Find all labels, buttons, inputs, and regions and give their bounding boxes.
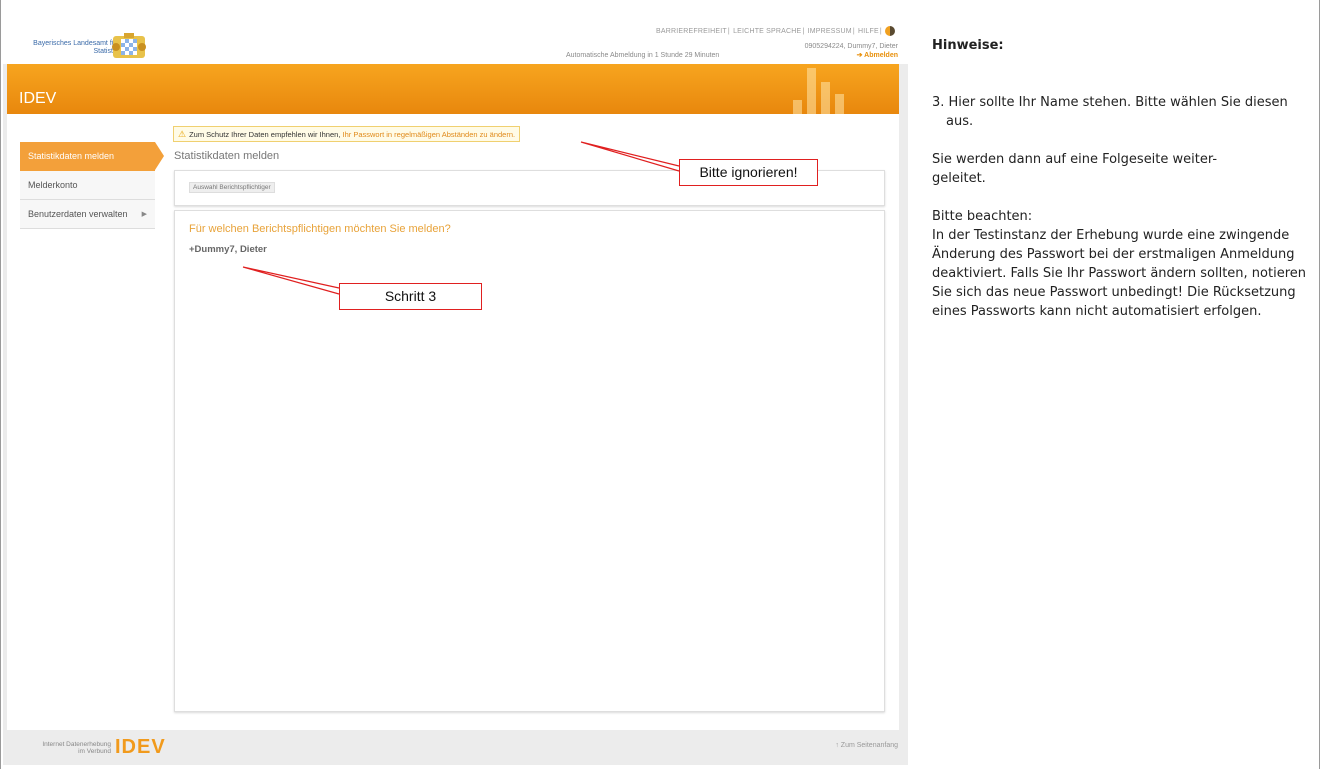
link-barrierefreiheit[interactable]: BARRIEREFREIHEIT [656,28,727,35]
page-frame-left [0,0,1,769]
link-impressum[interactable]: IMPRESSUM [808,28,852,35]
user-id: 0905294224, Dummy7, Dieter [804,43,898,50]
auto-logout-timer: Automatische Abmeldung in 1 Stunde 29 Mi… [566,52,720,59]
notes-attention-line: Änderung des Passwort bei der erstmalige… [932,247,1295,262]
reporter-selection-panel: Für welchen Berichtspflichtigen möchten … [174,210,885,712]
sidebar-item-melderkonto[interactable]: Melderkonto [20,171,155,200]
sidebar-item-statistikdaten-melden[interactable]: Statistikdaten melden [20,142,164,171]
chevron-right-icon: ▶ [141,211,147,218]
warning-icon: ⚠ [178,129,187,139]
notes-attention-title: Bitte beachten: [932,209,1033,224]
sidebar-item-benutzerdaten-verwalten[interactable]: Benutzerdaten verwalten ▶ [20,200,155,229]
idev-logo: IDEV [115,736,166,758]
instructions-panel: Hinweise: 3. Hier sollte Ihr Name stehen… [932,36,1314,321]
footer-line1: Internet Datenerhebung [42,741,111,748]
notes-step3-line2: aus. [946,114,974,129]
user-info: 0905294224, Dummy7, Dieter ➔ Abmelden [805,42,898,60]
password-warning: ⚠ Zum Schutz Ihrer Daten empfehlen wir Ih… [173,126,521,142]
notes-attention-line: Sie sich das neue Passwort unbedingt! Di… [932,285,1296,300]
content-area: Statistikdaten melden Melderkonto Benutz… [7,114,899,730]
back-to-top-link[interactable]: ↑ Zum Seitenanfang [835,742,898,749]
bar-chart-decoration-icon [793,68,844,114]
notes-redirect-line2: geleitet. [932,171,986,186]
org-name: Bayerisches Landesamt für Statistik [6,40,118,56]
callout-ignore: Bitte ignorieren! [679,159,818,186]
notes-attention-line: deaktiviert. Falls Sie Ihr Passwort ände… [932,266,1307,281]
footer: Internet Datenerhebung im Verbund IDEV ↑… [3,732,908,765]
app-title: IDEV [19,90,57,107]
utility-links: BARRIEREFREIHEIT| LEICHTE SPRACHE| IMPRE… [655,26,896,36]
sidebar-item-label: Statistikdaten melden [28,151,115,161]
reporter-item-dummy7[interactable]: +Dummy7, Dieter [189,244,267,255]
notes-attention-line: In der Testinstanz der Erhebung wurde ei… [932,228,1290,243]
reporter-question: Für welchen Berichtspflichtigen möchten … [189,223,451,235]
page-frame-right [1319,0,1320,769]
app-banner: IDEV [7,64,899,114]
org-name-line1: Bayerisches Landesamt für [33,40,118,47]
warning-text: Zum Schutz Ihrer Daten empfehlen wir Ihn… [189,130,341,139]
notes-attention-line: eines Passworts kann nicht automatisiert… [932,304,1262,319]
change-password-link[interactable]: Ihr Passwort in regelmäßigen Abständen z… [343,130,516,139]
notes-step3-line1: 3. Hier sollte Ihr Name stehen. Bitte wä… [932,95,1288,110]
contrast-toggle-icon[interactable] [885,26,895,36]
notes-title: Hinweise: [932,38,1004,53]
sidebar-item-label: Melderkonto [28,180,78,190]
screenshot-panel: Bayerisches Landesamt für Statistik BARR… [3,20,908,765]
link-leichte-sprache[interactable]: LEICHTE SPRACHE [733,28,801,35]
footer-tagline: Internet Datenerhebung im Verbund [19,741,111,755]
callout-ignore-text: Bitte ignorieren! [699,164,798,180]
top-header: Bayerisches Landesamt für Statistik BARR… [3,20,908,64]
page-title: Statistikdaten melden [174,150,280,162]
footer-line2: im Verbund [78,748,111,755]
notes-redirect-line1: Sie werden dann auf eine Folgeseite weit… [932,152,1218,167]
callout-step-3: Schritt 3 [339,283,482,310]
sidebar-item-label: Benutzerdaten verwalten [28,209,128,219]
breadcrumb: Auswahl Berichtspflichtiger [189,182,275,193]
link-hilfe[interactable]: HILFE [858,28,879,35]
bavarian-crest-icon [112,33,146,58]
logout-link[interactable]: ➔ Abmelden [857,52,898,59]
sidebar-nav: Statistikdaten melden Melderkonto Benutz… [20,142,164,229]
callout-step-text: Schritt 3 [384,288,437,304]
